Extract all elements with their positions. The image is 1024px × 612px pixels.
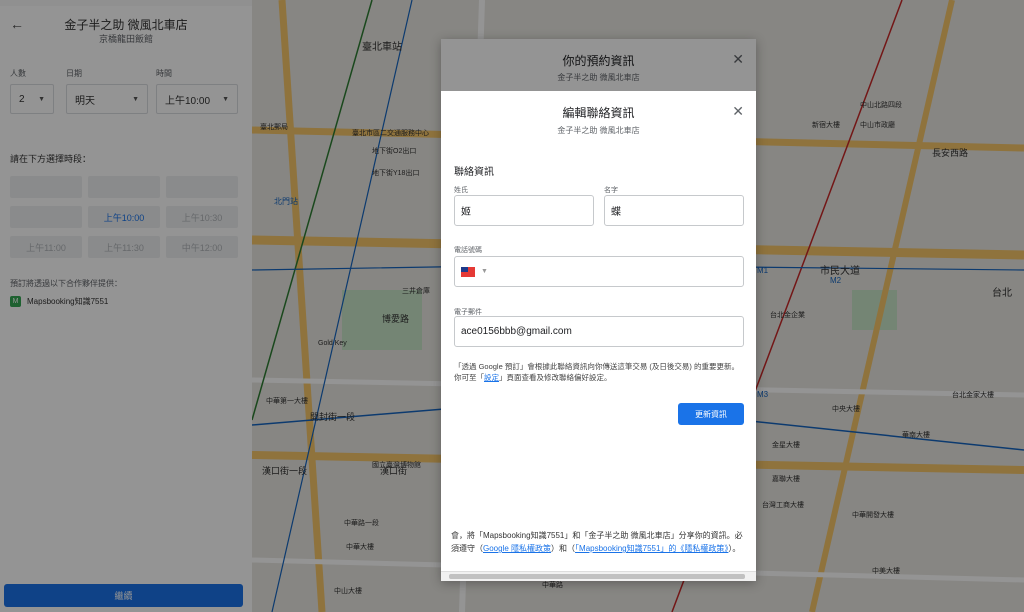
phone-label: 電話號碼 (454, 247, 482, 254)
dialog-header-shade (441, 39, 756, 91)
horizontal-scrollbar[interactable] (441, 571, 756, 581)
google-privacy-link[interactable]: Google 隱私權政策 (483, 544, 551, 553)
edit-contact-title: 編輯聯絡資訊 (562, 106, 635, 120)
phone-field[interactable]: ▼ (454, 256, 744, 287)
contact-section-title: 聯絡資訊 (454, 167, 494, 178)
privacy-notice: 「透過 Google 預訂」會根據此聯絡資訊向你傳送這筆交易 (及日後交易) 的… (454, 361, 744, 383)
provider-privacy-link[interactable]: 「Mapsbooking知識7551」的《隱私權政策》 (575, 544, 728, 553)
edit-contact-dialog: 編輯聯絡資訊 金子半之助 微風北車店 ✕ 聯絡資訊 姓氏 姬 名字 蝶 電話號碼… (441, 91, 756, 530)
booking-info-footer: 會，將「Mapsbooking知識7551」和「金子半之助 微風北車店」分享你的… (451, 529, 749, 555)
first-name-field[interactable]: 蝶 (604, 195, 744, 226)
edit-contact-subtitle: 金子半之助 微風北車店 (557, 126, 640, 135)
email-field[interactable]: ace0156bbb@gmail.com (454, 316, 744, 347)
footer-text: ）。 (728, 544, 741, 553)
privacy-text: 」頁面查看及修改聯絡偏好設定。 (499, 373, 612, 382)
first-name-label: 名字 (604, 187, 618, 194)
footer-text: ）和（ (551, 544, 576, 553)
update-info-button[interactable]: 更新資訊 (678, 403, 744, 425)
last-name-field[interactable]: 姬 (454, 195, 594, 226)
settings-link[interactable]: 設定 (484, 373, 499, 382)
last-name-label: 姓氏 (454, 187, 468, 194)
caret-down-icon[interactable]: ▼ (481, 268, 488, 275)
close-icon[interactable]: ✕ (732, 103, 744, 120)
scrollbar-thumb[interactable] (449, 574, 745, 579)
taiwan-flag-icon (461, 266, 475, 277)
